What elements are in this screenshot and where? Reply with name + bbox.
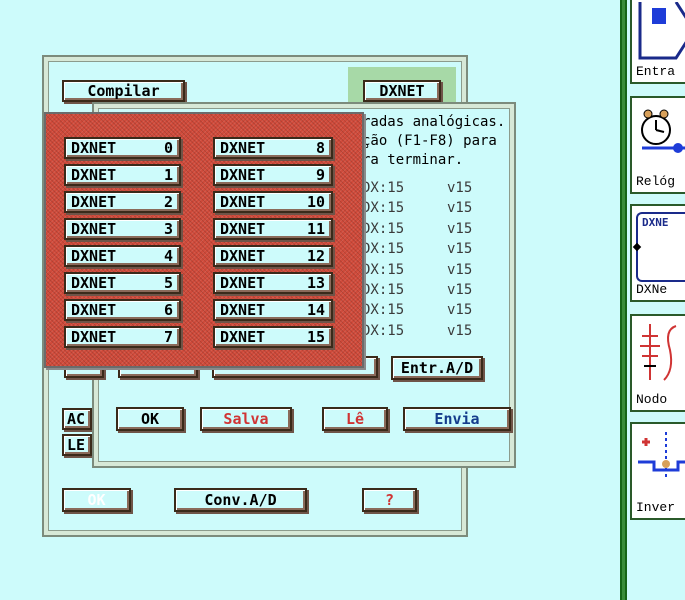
channel-dx-value: DX:15 <box>362 241 405 258</box>
ac-button[interactable]: AC <box>62 408 92 430</box>
dxnet-label: DXNET <box>71 193 117 211</box>
palette-item-inversor[interactable]: Inver <box>630 422 685 520</box>
dxnet-label: DXNET <box>71 274 117 292</box>
palette-item-dxnet[interactable]: DXNE DXNe <box>630 204 685 302</box>
dxnet-number: 12 <box>306 247 325 265</box>
dxnet-number: 8 <box>315 139 325 157</box>
channel-dx-value: DX:15 <box>362 282 405 298</box>
channel-dx-value: DX:15 <box>362 322 405 339</box>
dxnet-number: 9 <box>315 166 325 184</box>
dxnet-label: DXNET <box>220 301 266 319</box>
help-button[interactable]: ? <box>362 488 417 512</box>
channel-dx-value: DX:15 <box>362 180 405 196</box>
channel-v-value: v15 <box>447 220 473 237</box>
dxnet-number: 11 <box>306 220 325 238</box>
palette-item-relogio[interactable]: Relóg <box>630 96 685 194</box>
dxnet-number: 1 <box>163 166 173 184</box>
dxnet-icon-text: DXNE <box>642 216 669 229</box>
dxnet-label: DXNET <box>71 220 117 238</box>
info-line: radas analógicas. <box>362 114 506 130</box>
dxnet-label: DXNET <box>71 247 117 265</box>
dxnet-0-button[interactable]: DXNET 0 <box>64 137 181 159</box>
dialog-ok-button[interactable]: OK <box>116 407 184 431</box>
dxnet-14-button[interactable]: DXNET 14 <box>213 299 333 321</box>
dxnet-3-button[interactable]: DXNET 3 <box>64 218 181 240</box>
dxnet-label: DXNET <box>71 301 117 319</box>
dxnet-label: DXNET <box>71 139 117 157</box>
dxnet-number: 3 <box>163 220 173 238</box>
dxnet-number: 2 <box>163 193 173 211</box>
info-line: ção (F1-F8) para <box>362 133 497 149</box>
dxnet-button[interactable]: DXNET <box>363 80 441 102</box>
channel-dx-value: DX:15 <box>362 261 405 278</box>
channel-v-value: v15 <box>447 282 473 298</box>
dxnet-8-button[interactable]: DXNET 8 <box>213 137 333 159</box>
dxnet-number: 6 <box>163 301 173 319</box>
dxnet-number: 10 <box>306 193 325 211</box>
dxnet-label: DXNET <box>220 139 266 157</box>
dxnet-1-button[interactable]: DXNET 1 <box>64 164 181 186</box>
palette-item-nodo[interactable]: Nodo <box>630 314 685 412</box>
dxnet-15-button[interactable]: DXNET 15 <box>213 326 333 348</box>
channel-v-value: v15 <box>447 261 473 278</box>
compile-button[interactable]: Compilar <box>62 80 185 102</box>
dxnet-label: DXNET <box>220 328 266 346</box>
channel-v-value: v15 <box>447 241 473 258</box>
dxnet-4-button[interactable]: DXNET 4 <box>64 245 181 267</box>
info-line: ra terminar. <box>362 152 464 168</box>
ok-button[interactable]: OK <box>62 488 131 512</box>
dxnet-label: DXNET <box>220 166 266 184</box>
dxnet-11-button[interactable]: DXNET 11 <box>213 218 333 240</box>
palette-label: DXNe <box>636 282 668 297</box>
dxnet-number: 0 <box>163 139 173 157</box>
envia-button[interactable]: Envia <box>403 407 511 431</box>
conv-ad-button[interactable]: Conv.A/D <box>174 488 307 512</box>
dxnet-number: 14 <box>306 301 325 319</box>
dxnet-number: 13 <box>306 274 325 292</box>
dxnet-5-button[interactable]: DXNET 5 <box>64 272 181 294</box>
dxnet-10-button[interactable]: DXNET 10 <box>213 191 333 213</box>
dxnet-7-button[interactable]: DXNET 7 <box>64 326 181 348</box>
dxnet-number: 5 <box>163 274 173 292</box>
palette-separator <box>620 0 627 600</box>
channel-v-value: v15 <box>447 200 473 217</box>
palette-label: Entra <box>636 64 676 79</box>
channel-dx-value: DX:15 <box>362 220 405 237</box>
dxnet-12-button[interactable]: DXNET 12 <box>213 245 333 267</box>
channel-v-value: v15 <box>447 302 473 319</box>
inverter-icon <box>638 432 685 478</box>
dxnet-number: 15 <box>306 328 325 346</box>
dxnet-13-button[interactable]: DXNET 13 <box>213 272 333 294</box>
dxnet-9-button[interactable]: DXNET 9 <box>213 164 333 186</box>
input-block-icon <box>638 2 685 60</box>
le-read-button[interactable]: Lê <box>322 407 388 431</box>
dxnet-label: DXNET <box>220 274 266 292</box>
channel-dx-value: DX:15 <box>362 302 405 319</box>
channel-v-value: v15 <box>447 180 473 196</box>
salva-button[interactable]: Salva <box>200 407 292 431</box>
dxnet-module-icon: DXNE <box>632 212 685 282</box>
palette-label: Inver <box>636 500 676 515</box>
entr-ad-button[interactable]: Entr.A/D <box>391 356 483 380</box>
dxnet-label: DXNET <box>220 193 266 211</box>
le-button[interactable]: LE <box>62 434 92 456</box>
dxnet-label: DXNET <box>71 166 117 184</box>
node-function-icon <box>640 324 677 381</box>
dxnet-2-button[interactable]: DXNET 2 <box>64 191 181 213</box>
channel-dx-value: DX:15 <box>362 200 405 217</box>
dxnet-label: DXNET <box>71 328 117 346</box>
palette-label: Relóg <box>636 174 676 189</box>
channel-v-value: v15 <box>447 322 473 339</box>
dxnet-number: 7 <box>163 328 173 346</box>
palette-label: Nodo <box>636 392 668 407</box>
dxnet-number: 4 <box>163 247 173 265</box>
palette-item-entrada[interactable]: Entra <box>630 0 685 84</box>
dxnet-label: DXNET <box>220 247 266 265</box>
dxnet-label: DXNET <box>220 220 266 238</box>
clock-icon <box>641 109 685 153</box>
dxnet-6-button[interactable]: DXNET 6 <box>64 299 181 321</box>
